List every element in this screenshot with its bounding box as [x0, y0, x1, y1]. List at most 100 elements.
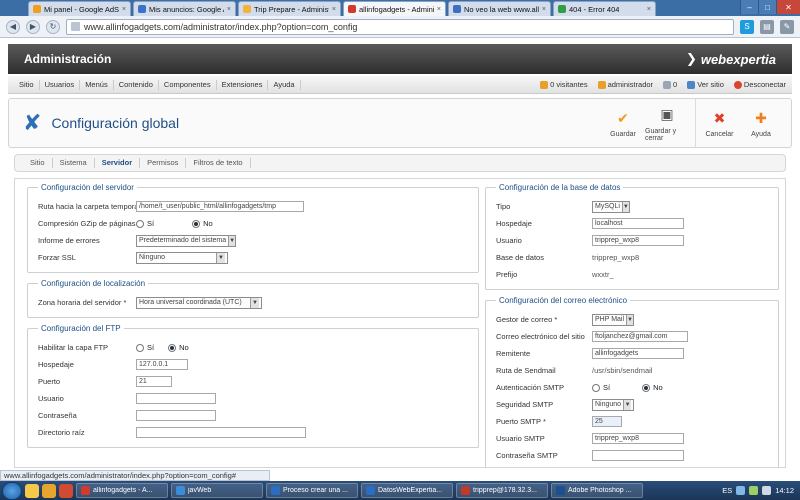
ftp-user-input[interactable]	[136, 393, 216, 404]
tmp-path-input[interactable]: /home/t_user/public_html/allinfogadgets/…	[136, 201, 304, 212]
url-field[interactable]: www.allinfogadgets.com/administrator/ind…	[66, 18, 734, 35]
media-player-icon[interactable]	[42, 483, 56, 498]
timezone-select[interactable]: Hora universal coordinada (UTC) ▼	[136, 296, 262, 309]
taskbar-task[interactable]: DatosWebExpertia...	[361, 483, 453, 498]
mail-from-label: Correo electrónico del sitio	[496, 332, 585, 341]
from-name-input[interactable]: allinfogadgets	[592, 348, 684, 359]
volume-icon[interactable]	[762, 486, 772, 495]
smtp-auth-label: Autenticación SMTP	[496, 383, 564, 392]
mail-from-input[interactable]: ftoljanchez@gmail.com	[592, 331, 688, 342]
chrome-icon[interactable]	[59, 483, 73, 498]
smtp-port-label: Puerto SMTP *	[496, 417, 546, 426]
save-button[interactable]: ✔ Guardar	[601, 99, 645, 147]
config-tab[interactable]: Servidor	[95, 158, 141, 168]
menu-status: 0 visitantes administrador 0 Ver sitio D…	[540, 80, 792, 89]
maximize-icon[interactable]: □	[758, 0, 776, 14]
ftp-port-input[interactable]: 21	[136, 376, 172, 387]
db-name-label: Base de datos	[496, 253, 544, 262]
minimize-icon[interactable]: –	[740, 0, 758, 14]
error-reporting-select[interactable]: Predeterminado del sistema ▼	[136, 234, 236, 247]
brand-name: webexpertia	[700, 51, 776, 67]
ftp-yes-radio[interactable]: Sí	[136, 343, 154, 352]
language-indicator[interactable]: ES	[722, 486, 732, 495]
close-window-icon[interactable]: ✕	[776, 0, 800, 14]
browser-tab[interactable]: Mis anuncios: Google AdWords×	[133, 1, 236, 16]
smtp-auth-no-radio[interactable]: No	[642, 383, 663, 392]
tray-icon[interactable]	[736, 486, 746, 495]
tab-close-icon[interactable]: ×	[122, 6, 126, 13]
admin-header: Administración ❯ webexpertia	[8, 44, 792, 74]
smtp-security-select[interactable]: Ninguno ▼	[592, 398, 634, 411]
start-button[interactable]	[2, 481, 22, 500]
help-button[interactable]: ✚ Ayuda	[739, 99, 783, 147]
smtp-auth-yes-radio[interactable]: Sí	[592, 383, 610, 392]
mail-legend: Configuración del correo electrónico	[499, 296, 628, 305]
page-icon	[71, 22, 80, 31]
ftp-no-radio[interactable]: No	[168, 343, 189, 352]
cancel-button[interactable]: ✖ Cancelar	[695, 99, 739, 147]
db-type-select[interactable]: MySQLi ▼	[592, 200, 630, 213]
browser-tab[interactable]: Trip Prepare - Administración×	[238, 1, 341, 16]
db-host-input[interactable]: localhost	[592, 218, 684, 229]
action-label: Guardar	[610, 131, 636, 138]
ftp-host-input[interactable]: 127.0.0.1	[136, 359, 188, 370]
taskbar-task[interactable]: tripprep@178.32.3...	[456, 483, 548, 498]
force-ssl-row: Forzar SSL Ninguno ▼	[38, 249, 470, 266]
browser-tab[interactable]: No veo la web www.allinfogadgets×	[448, 1, 551, 16]
ftp-pass-input[interactable]	[136, 410, 216, 421]
skype-icon[interactable]: S	[740, 19, 754, 34]
tab-close-icon[interactable]: ×	[647, 6, 651, 13]
menu-item[interactable]: Sitio	[14, 79, 40, 90]
ftp-pass-label: Contraseña	[38, 411, 77, 420]
preview-icon	[687, 81, 696, 89]
taskbar-task[interactable]: javWeb	[171, 483, 263, 498]
config-tab[interactable]: Sitio	[23, 158, 53, 168]
timezone-row: Zona horaria del servidor * Hora univers…	[38, 294, 470, 311]
tab-close-icon[interactable]: ×	[332, 6, 336, 13]
logout-link[interactable]: Desconectar	[733, 80, 786, 89]
smtp-port-input[interactable]: 25	[592, 416, 622, 427]
save-close-button[interactable]: ▣ Guardar y cerrar	[645, 99, 689, 147]
db-user-input[interactable]: tripprep_wxp8	[592, 235, 684, 246]
view-site-link[interactable]: Ver sitio	[687, 80, 724, 89]
tab-close-icon[interactable]: ×	[437, 6, 441, 13]
forward-icon[interactable]: ▶	[26, 19, 40, 34]
mailer-select[interactable]: PHP Mail ▼	[592, 313, 634, 326]
gzip-no-radio[interactable]: No	[192, 219, 213, 228]
config-tab[interactable]: Filtros de texto	[186, 158, 251, 168]
browser-tab[interactable]: Mi panel - Google AdSense×	[28, 1, 131, 16]
gzip-yes-radio[interactable]: Sí	[136, 219, 154, 228]
menu-item[interactable]: Componentes	[159, 79, 217, 90]
config-tab[interactable]: Permisos	[140, 158, 187, 168]
taskbar-task[interactable]: Adobe Photoshop ...	[551, 483, 643, 498]
taskbar-task[interactable]: allinfogadgets - A...	[76, 483, 168, 498]
smtp-pass-input[interactable]	[592, 450, 684, 461]
force-ssl-select[interactable]: Ninguno ▼	[136, 251, 228, 264]
page-menu-icon[interactable]: ▤	[760, 19, 774, 34]
visitors-status: 0 visitantes	[540, 80, 588, 89]
taskbar-task[interactable]: Proceso crear una ...	[266, 483, 358, 498]
force-ssl-label: Forzar SSL	[38, 253, 76, 262]
menu-item[interactable]: Ayuda	[268, 79, 301, 90]
tab-close-icon[interactable]: ×	[542, 6, 546, 13]
ftp-root-input[interactable]	[136, 427, 306, 438]
network-icon[interactable]	[749, 486, 759, 495]
menu-item[interactable]: Usuarios	[40, 79, 81, 90]
config-tab[interactable]: Sistema	[53, 158, 95, 168]
smtp-user-input[interactable]: tripprep_wxp8	[592, 433, 684, 444]
reload-icon[interactable]: ↻	[46, 19, 60, 34]
messages-status[interactable]: 0	[663, 80, 677, 89]
url-text: www.allinfogadgets.com/administrator/ind…	[84, 21, 358, 32]
browser-tab-label: 404 - Error 404	[569, 4, 620, 14]
tab-close-icon[interactable]: ×	[227, 6, 231, 13]
wrench-icon[interactable]: ✎	[780, 19, 794, 34]
menu-item[interactable]: Menús	[80, 79, 114, 90]
menu-item[interactable]: Extensiones	[217, 79, 269, 90]
favicon-icon	[348, 5, 356, 13]
menu-item[interactable]: Contenido	[114, 79, 159, 90]
clock[interactable]: 14:12	[775, 486, 794, 495]
browser-tab[interactable]: 404 - Error 404 ×	[553, 1, 656, 16]
explorer-icon[interactable]	[25, 483, 39, 498]
back-icon[interactable]: ◀	[6, 19, 20, 34]
browser-tab[interactable]: allinfogadgets - Administración×	[343, 1, 446, 16]
